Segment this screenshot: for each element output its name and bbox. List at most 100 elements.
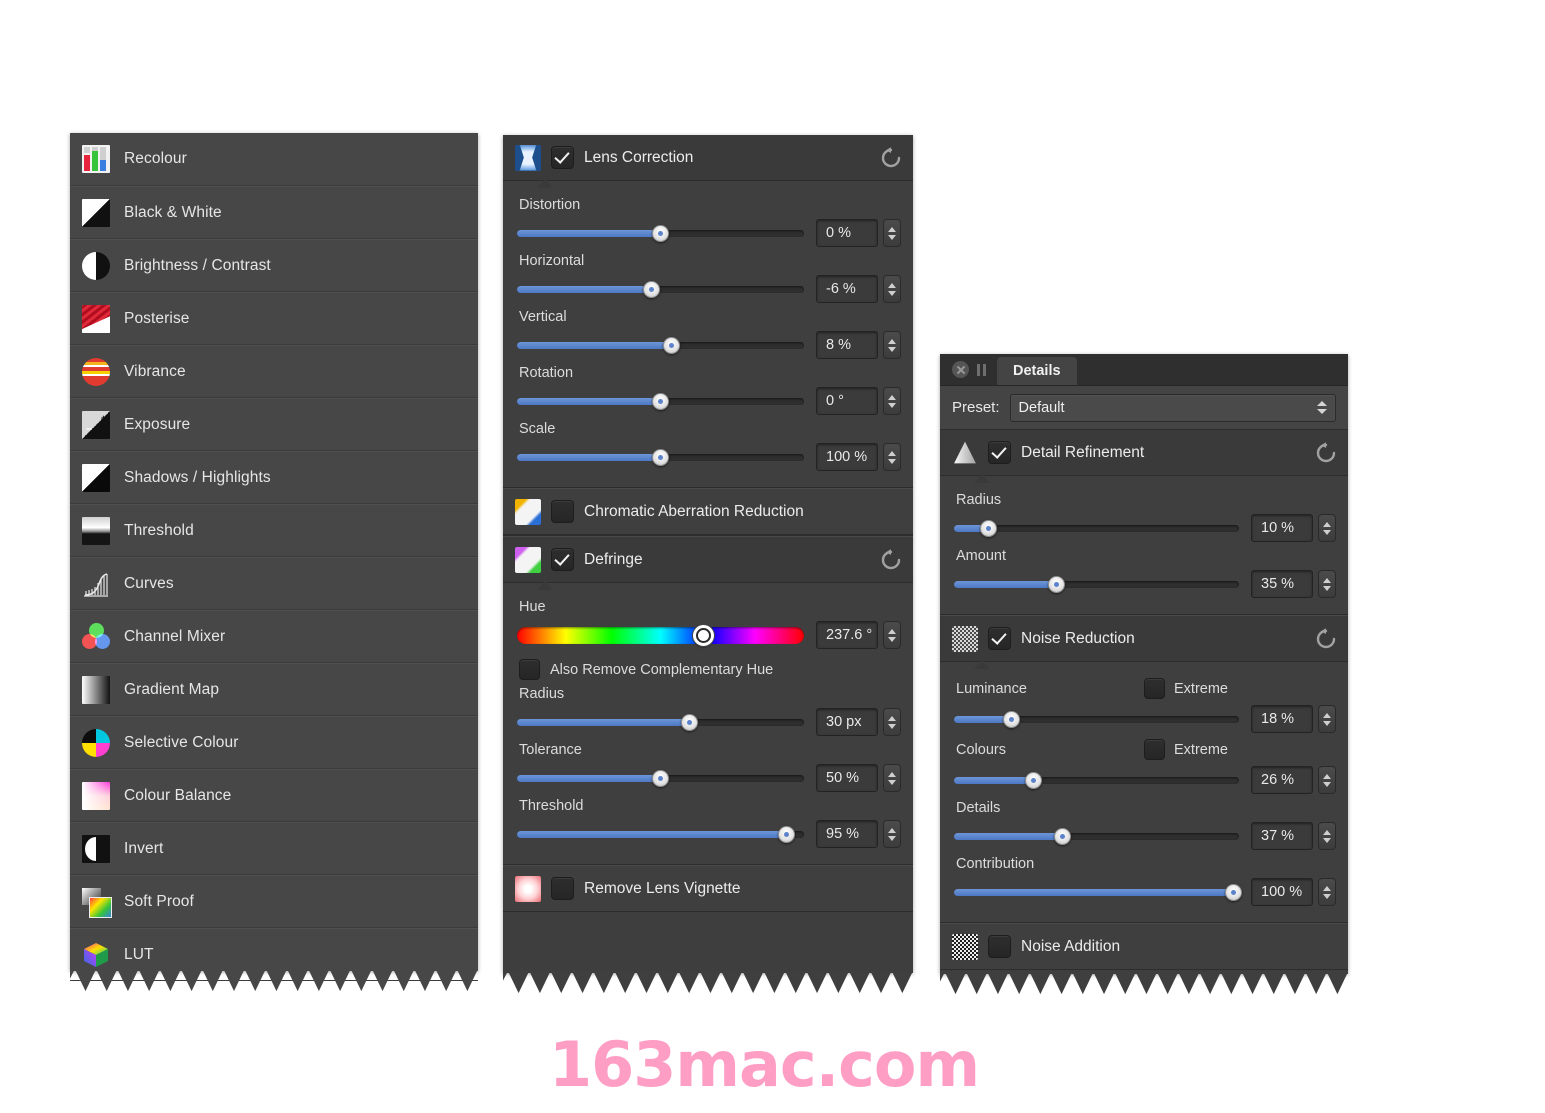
contribution-slider-track[interactable]	[954, 883, 1242, 901]
preset-select[interactable]: Default	[1009, 393, 1336, 422]
adjustment-item-shadows-highlights[interactable]: Shadows / Highlights	[70, 451, 478, 504]
distortion-slider-track[interactable]	[517, 224, 804, 242]
colours-extreme-checkbox[interactable]	[1144, 739, 1165, 760]
scale-slider-track[interactable]	[517, 448, 804, 466]
complementary-hue-row[interactable]: Also Remove Complementary Hue	[519, 659, 901, 680]
adjustment-item-threshold[interactable]: Threshold	[70, 504, 478, 557]
radius-stepper[interactable]	[883, 708, 901, 736]
scale-value-field[interactable]: 100 %	[816, 443, 878, 471]
hue-slider-thumb[interactable]	[693, 624, 715, 646]
adjustment-item-invert[interactable]: Invert	[70, 822, 478, 875]
adjustment-item-selective-colour[interactable]: Selective Colour	[70, 716, 478, 769]
adjustment-item-colour-balance[interactable]: Colour Balance	[70, 769, 478, 822]
amount-slider-track[interactable]	[954, 575, 1239, 593]
scale-stepper[interactable]	[883, 443, 901, 471]
colours-extreme-row[interactable]: Extreme	[1144, 739, 1228, 760]
hue-value-field[interactable]: 237.6 °	[816, 621, 878, 649]
details-stepper[interactable]	[1318, 822, 1336, 850]
noise-addition-checkbox[interactable]	[988, 935, 1011, 958]
radius-slider-thumb[interactable]	[680, 713, 698, 731]
details-value-field[interactable]: 37 %	[1251, 822, 1313, 850]
radius-value-field[interactable]: 30 px	[816, 708, 878, 736]
details-slider-track[interactable]	[954, 827, 1239, 845]
adjustment-item-vibrance[interactable]: Vibrance	[70, 345, 478, 398]
reset-icon[interactable]	[1314, 627, 1338, 651]
complementary-hue-checkbox[interactable]	[519, 659, 540, 680]
chromatic-aberration-checkbox[interactable]	[551, 500, 574, 523]
contribution-stepper[interactable]	[1318, 878, 1336, 906]
vertical-slider-track[interactable]	[517, 336, 804, 354]
horizontal-slider-track[interactable]	[517, 280, 804, 298]
distortion-value-field[interactable]: 0 %	[816, 219, 878, 247]
colours-slider-thumb[interactable]	[1025, 771, 1043, 789]
tolerance-value-field[interactable]: 50 %	[816, 764, 878, 792]
tolerance-stepper[interactable]	[883, 764, 901, 792]
radius-slider-track[interactable]	[954, 519, 1239, 537]
tab-details[interactable]: Details	[997, 357, 1077, 385]
reset-icon[interactable]	[879, 548, 903, 572]
rotation-stepper[interactable]	[883, 387, 901, 415]
threshold-stepper[interactable]	[883, 820, 901, 848]
adjustment-item-exposure[interactable]: + – Exposure	[70, 398, 478, 451]
section-header-noise-reduction[interactable]: Noise Reduction	[940, 616, 1348, 669]
adjustment-item-curves[interactable]: Curves	[70, 557, 478, 610]
pause-icon[interactable]	[977, 364, 987, 376]
threshold-value-field[interactable]: 95 %	[816, 820, 878, 848]
section-header-noise-addition[interactable]: Noise Addition	[940, 924, 1348, 970]
horizontal-stepper[interactable]	[883, 275, 901, 303]
lens-correction-checkbox[interactable]	[551, 146, 574, 169]
distortion-stepper[interactable]	[883, 219, 901, 247]
detail-refinement-checkbox[interactable]	[988, 441, 1011, 464]
hue-slider-track[interactable]	[517, 624, 804, 646]
radius-slider-thumb[interactable]	[979, 519, 997, 537]
amount-stepper[interactable]	[1318, 570, 1336, 598]
rotation-slider-track[interactable]	[517, 392, 804, 410]
luminance-extreme-row[interactable]: Extreme	[1144, 678, 1228, 699]
adjustment-item-black-white[interactable]: Black & White	[70, 186, 478, 239]
close-icon[interactable]	[952, 361, 969, 378]
luminance-extreme-checkbox[interactable]	[1144, 678, 1165, 699]
section-header-chromatic-aberration[interactable]: Chromatic Aberration Reduction	[503, 489, 913, 535]
vertical-stepper[interactable]	[883, 331, 901, 359]
threshold-slider-track[interactable]	[517, 825, 804, 843]
section-header-defringe[interactable]: Defringe	[503, 537, 913, 590]
radius-slider-track[interactable]	[517, 713, 804, 731]
vertical-value-field[interactable]: 8 %	[816, 331, 878, 359]
distortion-slider-thumb[interactable]	[652, 224, 669, 242]
contribution-slider-thumb[interactable]	[1224, 883, 1242, 901]
luminance-slider-thumb[interactable]	[1002, 710, 1020, 728]
section-header-lens-vignette[interactable]: Remove Lens Vignette	[503, 866, 913, 912]
adjustment-item-soft-proof[interactable]: Soft Proof	[70, 875, 478, 928]
radius-value-field[interactable]: 10 %	[1251, 514, 1313, 542]
horizontal-slider-thumb[interactable]	[643, 280, 661, 298]
rotation-slider-thumb[interactable]	[652, 392, 669, 410]
rotation-value-field[interactable]: 0 °	[816, 387, 878, 415]
tolerance-slider-track[interactable]	[517, 769, 804, 787]
colours-slider-track[interactable]	[954, 771, 1239, 789]
adjustment-item-posterise[interactable]: Posterise	[70, 292, 478, 345]
adjustment-item-gradient-map[interactable]: Gradient Map	[70, 663, 478, 716]
lens-vignette-checkbox[interactable]	[551, 877, 574, 900]
details-slider-thumb[interactable]	[1053, 827, 1071, 845]
defringe-checkbox[interactable]	[551, 548, 574, 571]
reset-icon[interactable]	[879, 146, 903, 170]
adjustment-item-brightness-contrast[interactable]: Brightness / Contrast	[70, 239, 478, 292]
preset-stepper-icon[interactable]	[1317, 401, 1327, 414]
luminance-value-field[interactable]: 18 %	[1251, 705, 1313, 733]
scale-slider-thumb[interactable]	[652, 448, 669, 466]
section-header-detail-refinement[interactable]: Detail Refinement	[940, 430, 1348, 483]
colours-value-field[interactable]: 26 %	[1251, 766, 1313, 794]
amount-slider-thumb[interactable]	[1048, 575, 1066, 593]
amount-value-field[interactable]: 35 %	[1251, 570, 1313, 598]
section-header-lens-correction[interactable]: Lens Correction	[503, 135, 913, 188]
adjustment-item-recolour[interactable]: Recolour	[70, 133, 478, 186]
colours-stepper[interactable]	[1318, 766, 1336, 794]
threshold-slider-thumb[interactable]	[778, 825, 796, 843]
adjustment-item-channel-mixer[interactable]: Channel Mixer	[70, 610, 478, 663]
tolerance-slider-thumb[interactable]	[652, 769, 669, 787]
reset-icon[interactable]	[1314, 441, 1338, 465]
horizontal-value-field[interactable]: -6 %	[816, 275, 878, 303]
radius-stepper[interactable]	[1318, 514, 1336, 542]
luminance-slider-track[interactable]	[954, 710, 1239, 728]
hue-stepper[interactable]	[883, 621, 901, 649]
